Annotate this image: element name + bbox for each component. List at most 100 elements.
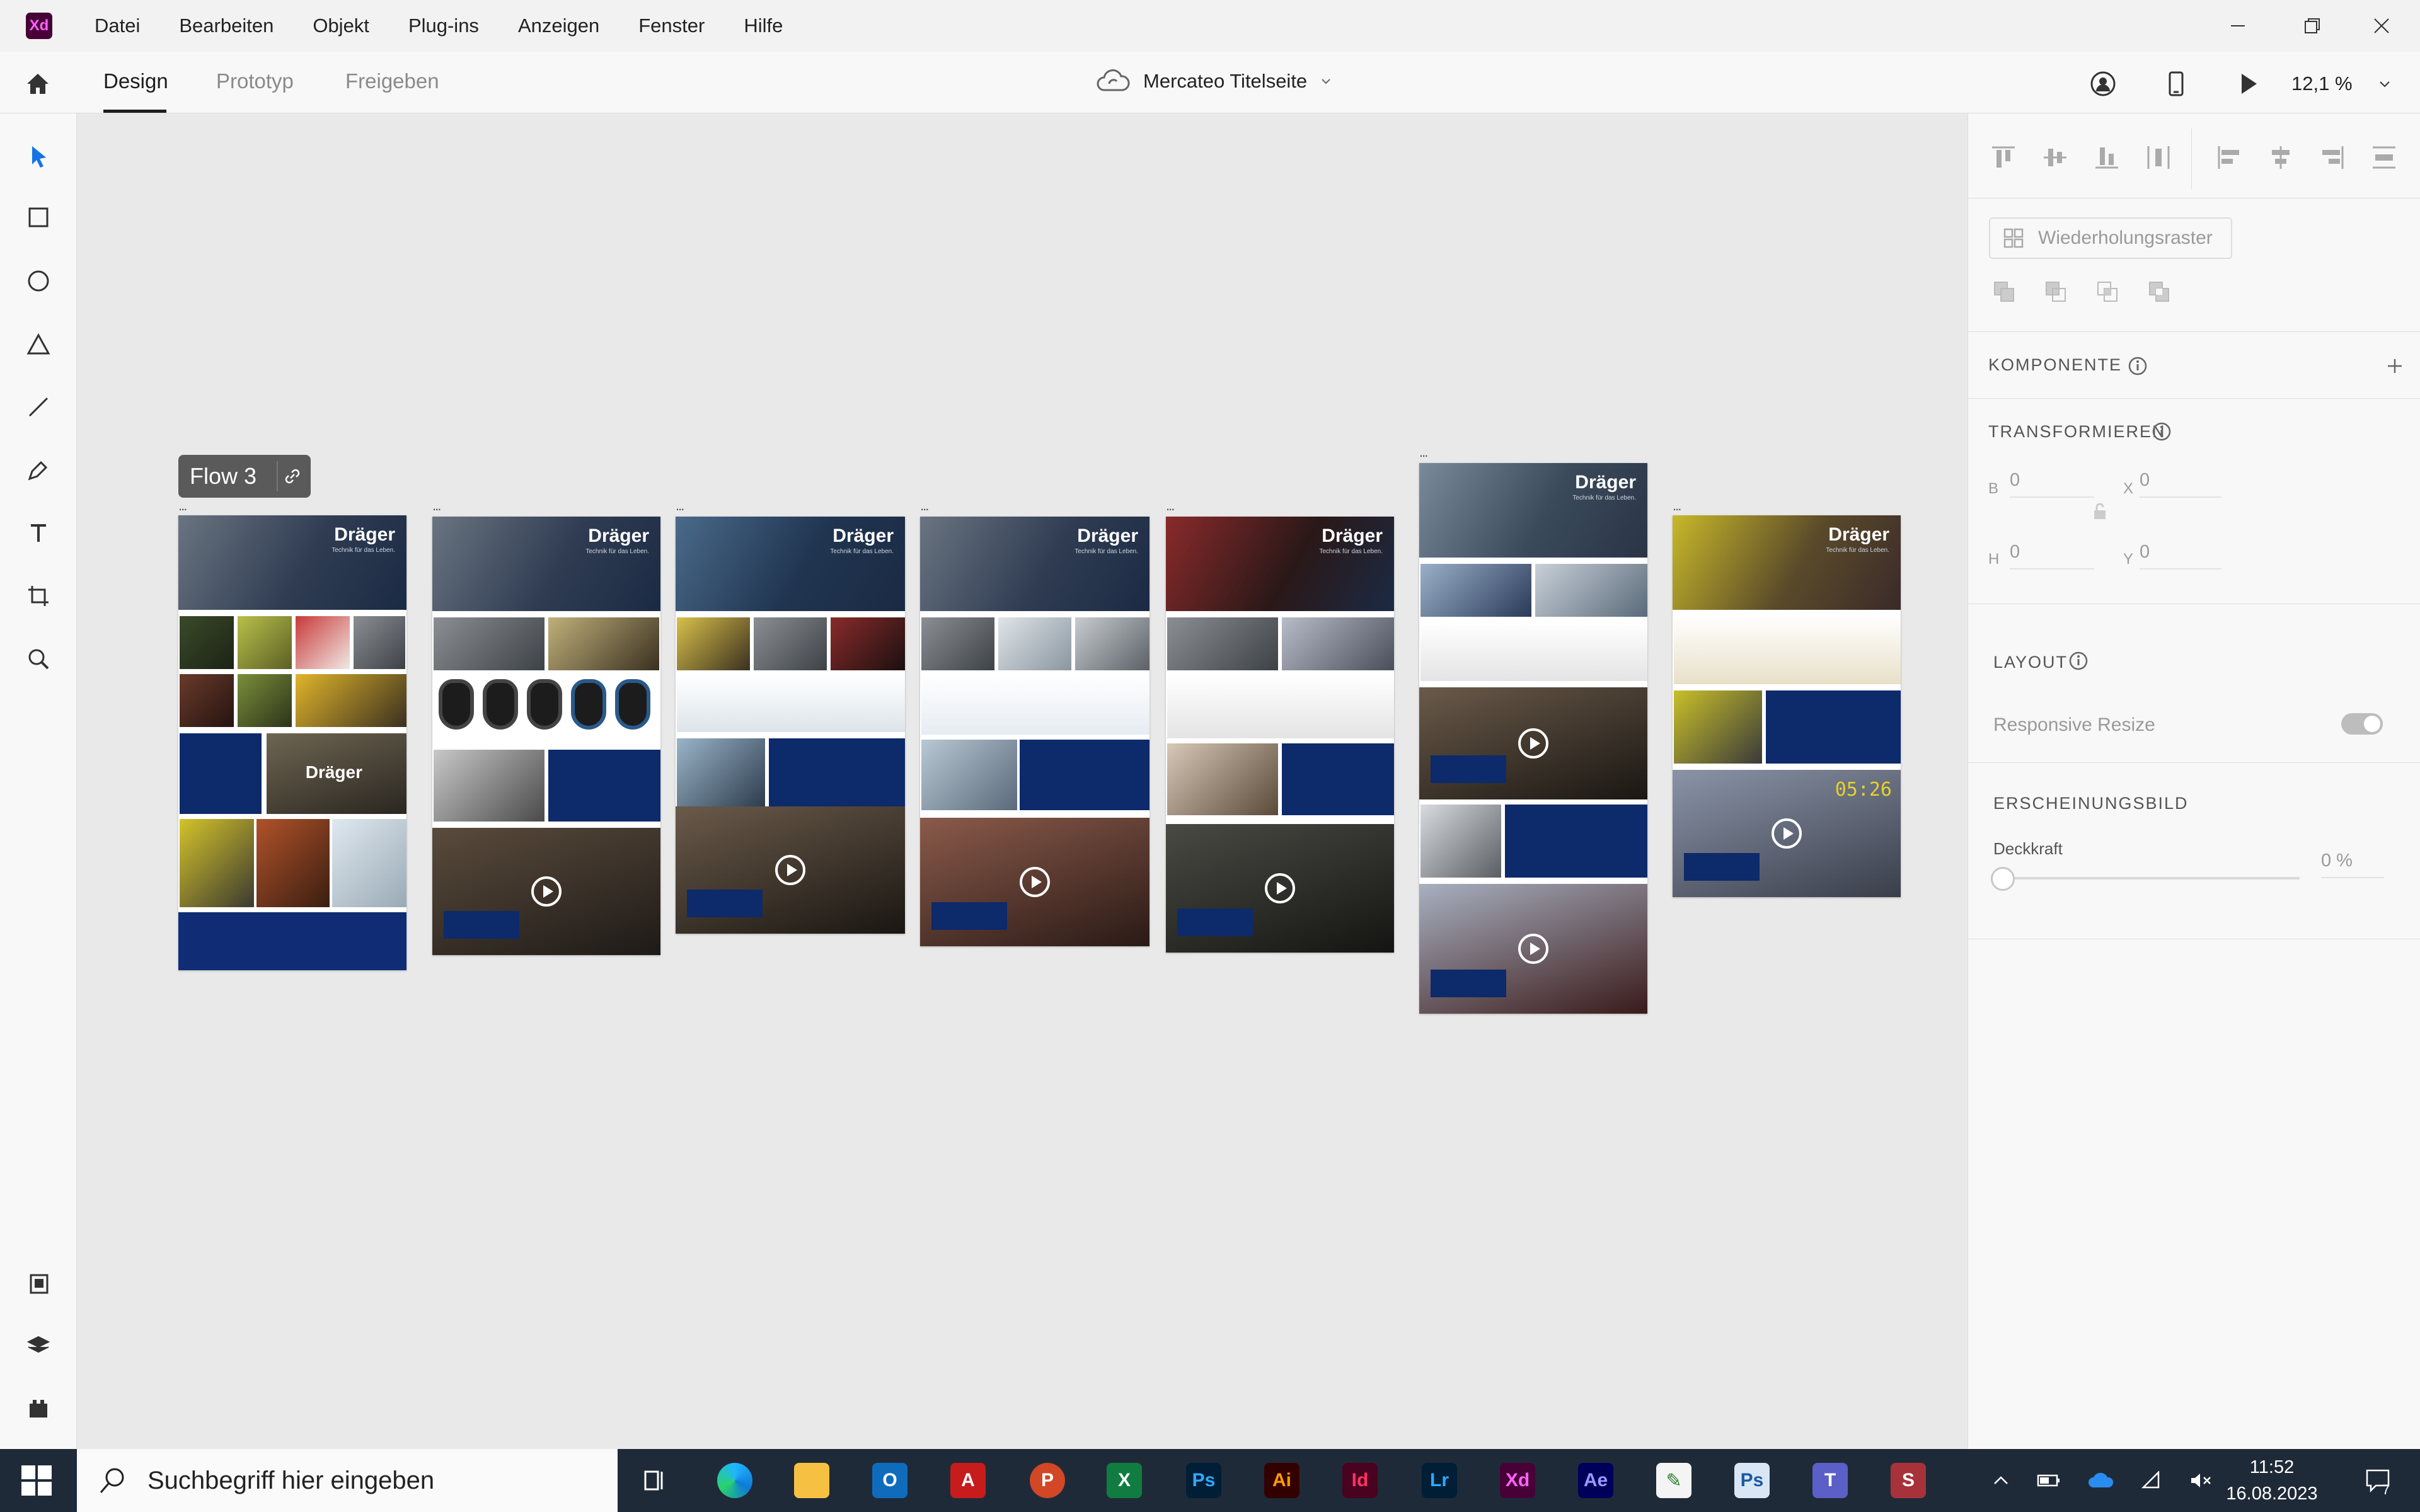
opacity-slider-track[interactable] xyxy=(1991,877,2300,879)
tab-prototype[interactable]: Prototyp xyxy=(216,69,294,93)
ellipse-tool[interactable] xyxy=(20,262,57,300)
teams-icon[interactable]: T xyxy=(1812,1463,1848,1498)
onedrive-icon[interactable] xyxy=(2083,1449,2119,1512)
menu-objekt[interactable]: Objekt xyxy=(313,14,369,37)
add-component-icon[interactable] xyxy=(2384,355,2406,377)
home-button[interactable] xyxy=(22,68,54,100)
tab-share[interactable]: Freigeben xyxy=(345,69,439,93)
acrobat-icon[interactable]: A xyxy=(950,1463,986,1498)
boolean-intersect-icon[interactable] xyxy=(2094,278,2122,306)
artboard-2[interactable]: Dräger Technik für das Leben. xyxy=(432,517,660,955)
boolean-exclude-icon[interactable] xyxy=(2146,278,2174,306)
menu-datei[interactable]: Datei xyxy=(95,14,140,37)
width-field[interactable]: 0 xyxy=(2010,470,2094,498)
video-thumbnail[interactable] xyxy=(1166,824,1394,953)
outlook-icon[interactable]: O xyxy=(872,1463,908,1498)
menu-plugins[interactable]: Plug-ins xyxy=(408,14,479,37)
distribute-vertical-icon[interactable] xyxy=(2369,142,2399,173)
artboard-handle[interactable]: ... xyxy=(1419,444,1428,461)
play-video-icon[interactable] xyxy=(1518,728,1548,759)
menu-hilfe[interactable]: Hilfe xyxy=(744,14,783,37)
play-video-icon[interactable] xyxy=(1265,873,1295,903)
excel-icon[interactable]: X xyxy=(1107,1463,1142,1498)
restore-button[interactable] xyxy=(2278,0,2347,52)
play-video-icon[interactable] xyxy=(531,876,562,907)
powerpoint-icon[interactable]: P xyxy=(1030,1463,1065,1498)
artboard-5[interactable]: Dräger Technik für das Leben. xyxy=(1166,517,1394,953)
pen-tool[interactable] xyxy=(20,451,57,489)
photoshop-elements-icon[interactable]: Ps xyxy=(1734,1463,1770,1498)
menu-bearbeiten[interactable]: Bearbeiten xyxy=(179,14,274,37)
artboard-6[interactable]: Dräger Technik für das Leben. xyxy=(1419,463,1647,1014)
artboard-handle[interactable]: ... xyxy=(920,498,929,514)
video-thumbnail[interactable] xyxy=(676,806,905,934)
tray-expand-icon[interactable] xyxy=(1985,1449,2017,1512)
file-explorer-icon[interactable] xyxy=(794,1463,829,1498)
play-video-icon[interactable] xyxy=(1518,934,1548,964)
wifi-icon[interactable] xyxy=(2136,1449,2168,1512)
info-icon[interactable] xyxy=(2151,421,2172,442)
height-field[interactable]: 0 xyxy=(2010,542,2094,570)
battery-icon[interactable] xyxy=(2033,1449,2065,1512)
distribute-horizontal-icon[interactable] xyxy=(2143,142,2174,173)
indesign-icon[interactable]: Id xyxy=(1342,1463,1378,1498)
play-video-icon[interactable] xyxy=(1020,867,1050,897)
snagit-icon[interactable]: S xyxy=(1891,1463,1926,1498)
opacity-slider-knob[interactable] xyxy=(1991,867,2015,891)
responsive-resize-toggle[interactable] xyxy=(2341,713,2383,735)
align-middle-icon[interactable] xyxy=(2040,142,2070,173)
artboard-3[interactable]: Dräger Technik für das Leben. xyxy=(676,517,905,934)
y-field[interactable]: 0 xyxy=(2140,542,2221,570)
text-tool[interactable] xyxy=(20,514,57,552)
link-icon[interactable] xyxy=(277,461,307,491)
drawing-app-icon[interactable]: ✎ xyxy=(1656,1463,1691,1498)
opacity-field[interactable]: 0 % xyxy=(2321,850,2384,878)
zoom-tool[interactable] xyxy=(20,640,57,678)
x-field[interactable]: 0 xyxy=(2140,470,2221,498)
invite-user-button[interactable] xyxy=(2087,68,2119,100)
assets-panel-button[interactable] xyxy=(20,1265,57,1303)
taskbar-search-box[interactable]: Suchbegriff hier eingeben xyxy=(77,1449,618,1512)
artboard-1[interactable]: Dräger Technik für das Leben. Dräger xyxy=(178,515,406,970)
artboard-handle[interactable]: ... xyxy=(1166,498,1175,514)
align-top-icon[interactable] xyxy=(1988,142,2019,173)
info-icon[interactable] xyxy=(2127,355,2148,377)
play-video-icon[interactable] xyxy=(1772,818,1802,849)
photoshop-icon[interactable]: Ps xyxy=(1186,1463,1221,1498)
speaker-muted-icon[interactable] xyxy=(2184,1449,2216,1512)
windows-start-icon[interactable] xyxy=(20,1464,53,1497)
tab-design[interactable]: Design xyxy=(103,69,168,93)
align-center-icon[interactable] xyxy=(2266,142,2296,173)
info-icon[interactable] xyxy=(2068,650,2089,672)
select-tool[interactable] xyxy=(20,137,57,175)
notification-center-button[interactable]: 7 xyxy=(2353,1449,2404,1512)
polygon-tool[interactable] xyxy=(20,326,57,364)
after-effects-icon[interactable]: Ae xyxy=(1578,1463,1613,1498)
video-thumbnail[interactable] xyxy=(920,818,1150,946)
artboard-handle[interactable]: ... xyxy=(178,498,187,514)
plugins-panel-button[interactable] xyxy=(20,1390,57,1428)
menu-anzeigen[interactable]: Anzeigen xyxy=(518,14,599,37)
lightroom-icon[interactable]: Lr xyxy=(1422,1463,1457,1498)
align-right-icon[interactable] xyxy=(2317,142,2348,173)
zoom-dropdown[interactable]: 12,1 % xyxy=(2291,68,2392,100)
minimize-button[interactable] xyxy=(2203,0,2273,52)
artboard-handle[interactable]: ... xyxy=(676,498,684,514)
task-view-icon[interactable] xyxy=(637,1463,672,1498)
video-thumbnail[interactable] xyxy=(432,828,660,955)
play-preview-button[interactable] xyxy=(2232,68,2264,100)
boolean-add-icon[interactable] xyxy=(1991,278,2019,306)
video-thumbnail[interactable] xyxy=(1419,687,1647,799)
menu-fenster[interactable]: Fenster xyxy=(638,14,705,37)
device-preview-button[interactable] xyxy=(2160,68,2192,100)
lock-aspect-icon[interactable] xyxy=(2092,501,2108,520)
video-thumbnail[interactable]: 05:26 xyxy=(1673,770,1901,897)
xd-taskbar-icon[interactable]: Xd xyxy=(1500,1463,1535,1498)
system-clock[interactable]: 11:52 16.08.2023 xyxy=(2221,1454,2322,1507)
boolean-subtract-icon[interactable] xyxy=(2043,278,2070,306)
close-button[interactable] xyxy=(2347,0,2416,52)
video-thumbnail[interactable] xyxy=(1419,884,1647,1014)
rectangle-tool[interactable] xyxy=(20,198,57,236)
align-left-icon[interactable] xyxy=(2214,142,2244,173)
flow-label[interactable]: Flow 3 xyxy=(178,455,311,498)
